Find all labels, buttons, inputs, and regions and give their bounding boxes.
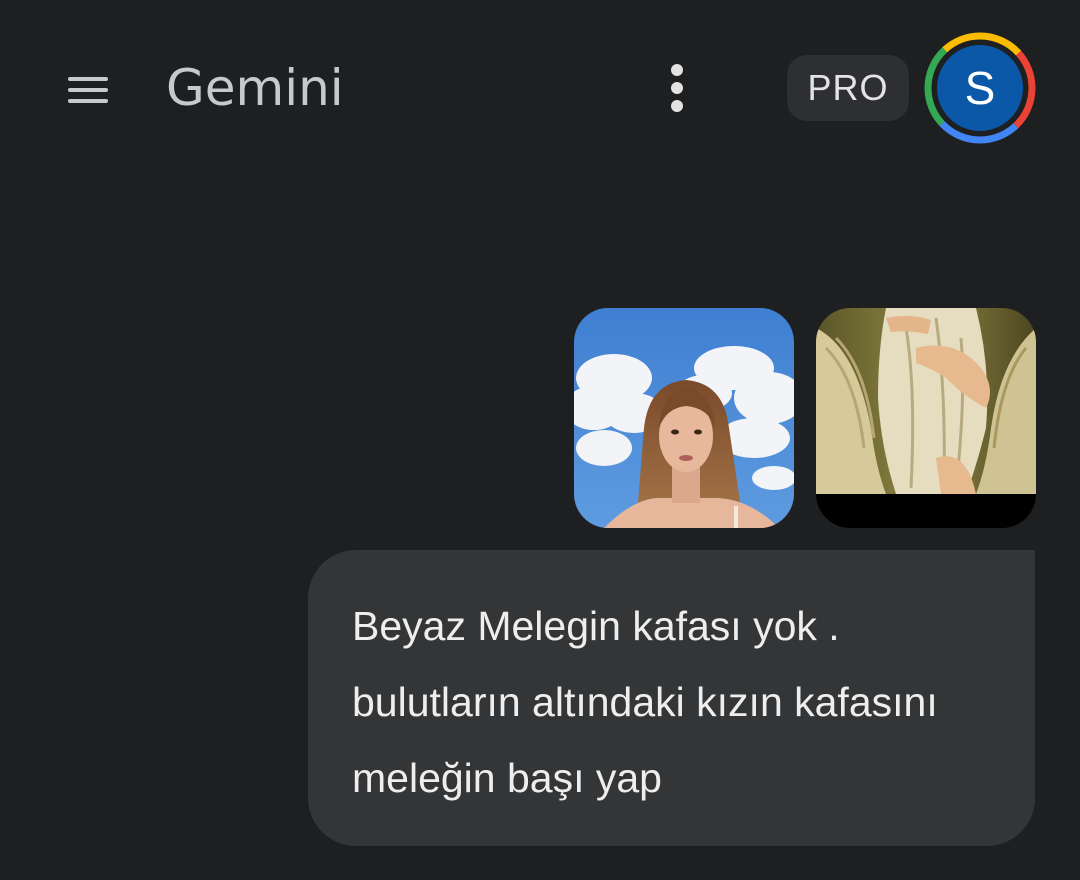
attachment-photo-woman[interactable] (574, 308, 794, 528)
gemini-chat-screen: Gemini PRO S Beyaz Melegin kafası yok . … (0, 0, 1080, 880)
more-options-button[interactable] (650, 56, 704, 120)
user-message-text: Beyaz Melegin kafası yok . bulutların al… (352, 603, 938, 801)
app-title: Gemini (166, 59, 344, 117)
user-message-bubble: Beyaz Melegin kafası yok . bulutların al… (308, 550, 1035, 846)
more-vert-icon (671, 64, 683, 112)
account-avatar-button[interactable]: S (924, 32, 1036, 144)
hamburger-menu-icon (68, 77, 108, 103)
pro-plan-badge[interactable]: PRO (787, 55, 909, 121)
attachment-painting-angel[interactable] (816, 308, 1036, 528)
menu-button[interactable] (52, 60, 124, 120)
avatar: S (937, 45, 1023, 131)
